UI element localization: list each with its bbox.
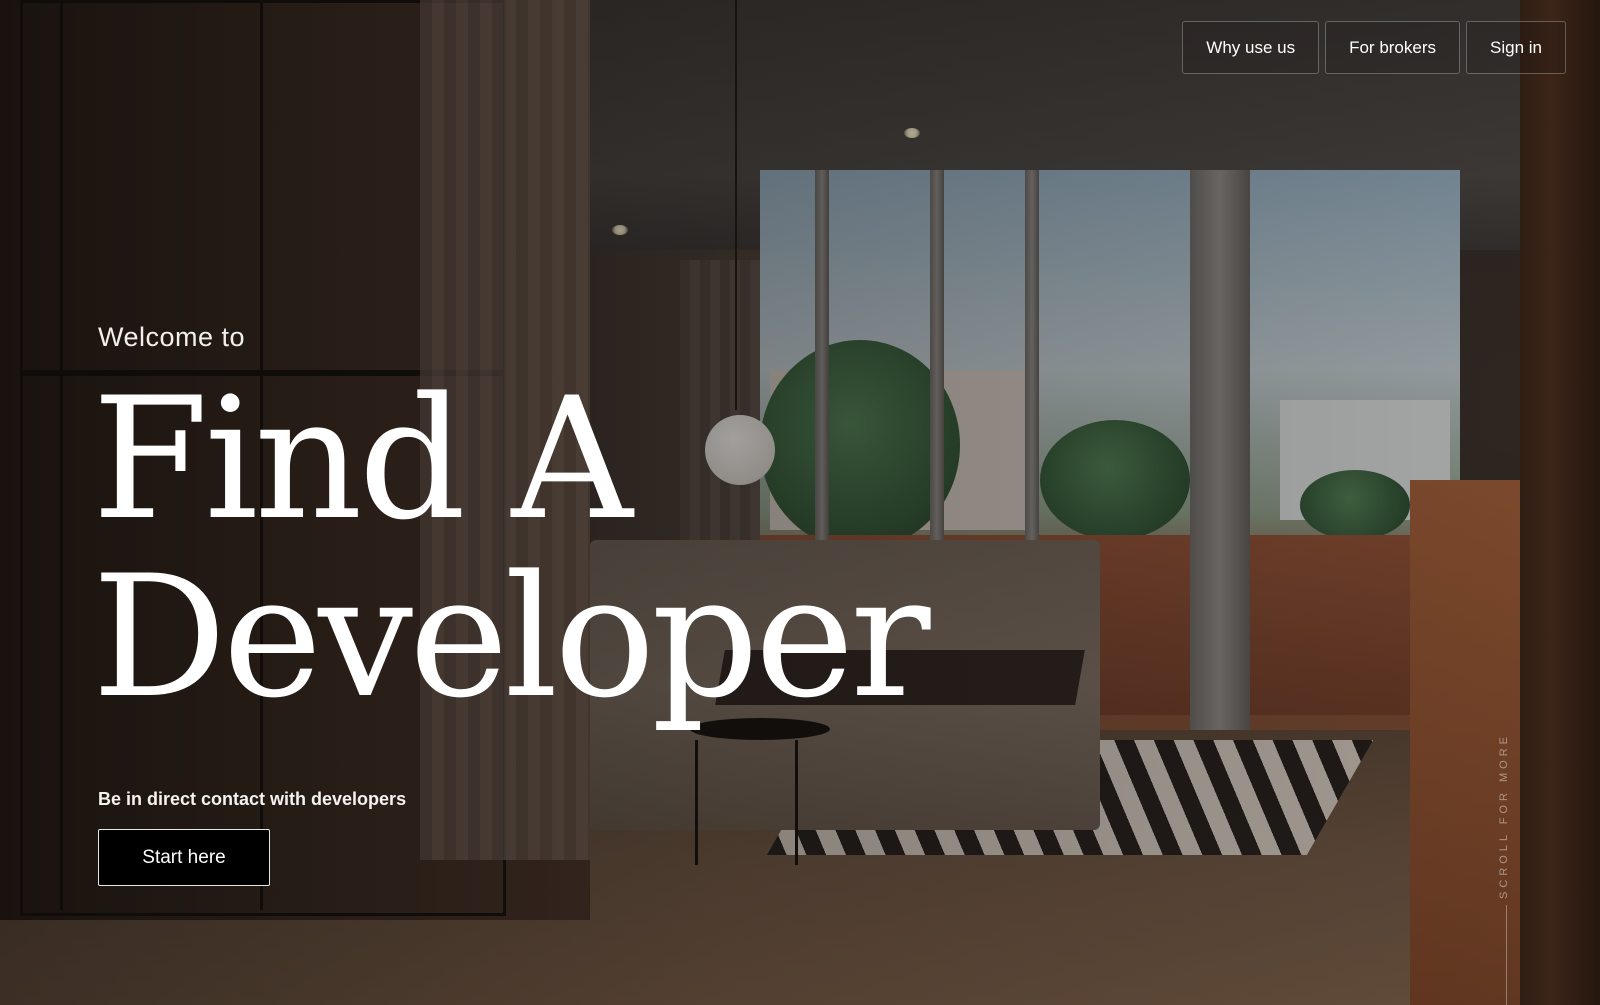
landing-page: Why use us For brokers Sign in Welcome t… [0, 0, 1600, 1005]
top-nav: Why use us For brokers Sign in [1182, 21, 1566, 74]
headline-line-1: Find A [92, 361, 633, 557]
sign-in-button[interactable]: Sign in [1466, 21, 1566, 74]
scroll-indicator[interactable]: SCROLL FOR MORE [1498, 733, 1518, 899]
hero-tagline: Be in direct contact with developers [98, 789, 407, 809]
scroll-for-more-label: SCROLL FOR MORE [1498, 733, 1510, 899]
hero-headline: Find A Developer [92, 361, 931, 735]
hero-intro: Welcome to [98, 322, 245, 353]
welcome-text: Welcome to [98, 322, 246, 352]
scroll-line [1506, 905, 1507, 1005]
nav-for-brokers-button[interactable]: For brokers [1325, 21, 1461, 74]
start-here-button[interactable]: Start here [98, 829, 270, 886]
nav-why-use-us-button[interactable]: Why use us [1182, 21, 1320, 74]
headline-line-2: Developer [92, 539, 931, 735]
